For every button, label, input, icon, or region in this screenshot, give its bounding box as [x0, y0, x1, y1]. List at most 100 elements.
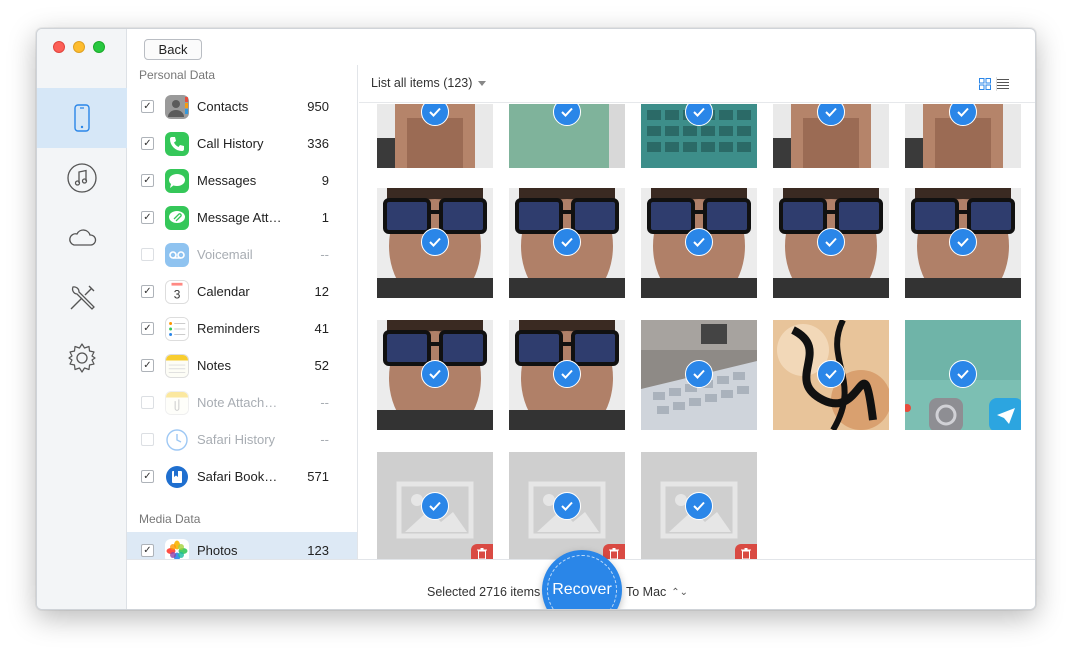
calendar-day: 3 — [174, 287, 181, 301]
photo-thumbnail[interactable] — [509, 320, 625, 430]
tools-icon — [70, 285, 95, 310]
category-count: 571 — [307, 469, 329, 484]
deleted-trash-icon — [603, 544, 625, 559]
rail-item-icloud[interactable] — [37, 208, 127, 268]
category-count: 123 — [307, 543, 329, 558]
category-checkbox[interactable] — [141, 433, 154, 446]
category-checkbox[interactable]: ✓ — [141, 211, 154, 224]
photo-thumbnail[interactable] — [377, 104, 493, 168]
category-checkbox[interactable]: ✓ — [141, 137, 154, 150]
category-count: 41 — [314, 321, 329, 336]
photo-thumbnail[interactable] — [641, 320, 757, 430]
chevron-down-icon — [478, 81, 487, 87]
category-checkbox[interactable] — [141, 248, 154, 261]
category-safari-bookmarks[interactable]: ✓ Safari Book… 571 — [127, 458, 357, 495]
cloud-icon — [69, 229, 97, 246]
music-icon — [67, 163, 97, 193]
photo-thumbnail[interactable] — [641, 104, 757, 168]
photo-thumbnail[interactable] — [509, 188, 625, 298]
rail-item-media[interactable] — [37, 148, 127, 208]
back-button[interactable]: Back — [144, 39, 202, 60]
photo-thumbnail[interactable] — [905, 188, 1021, 298]
category-count: 950 — [307, 99, 329, 114]
category-label: Note Attach… — [197, 395, 278, 410]
content-area: List all items (123) — [359, 65, 1035, 559]
category-message-attachments[interactable]: ✓ Message Att… 1 — [127, 199, 357, 236]
minimize-window-button[interactable] — [73, 41, 85, 53]
selected-check-icon — [949, 228, 977, 256]
category-checkbox[interactable]: ✓ — [141, 470, 154, 483]
section-title-media: Media Data — [139, 512, 201, 526]
list-view-icon[interactable] — [997, 78, 1009, 90]
category-voicemail[interactable]: Voicemail -- — [127, 236, 357, 273]
recover-button[interactable]: Recover — [542, 550, 622, 609]
category-contacts[interactable]: ✓ Contacts 950 — [127, 88, 357, 125]
category-photos[interactable]: ✓ Photos 123 — [127, 532, 357, 559]
photo-thumbnail[interactable] — [773, 188, 889, 298]
photo-thumbnail-placeholder[interactable] — [641, 452, 757, 559]
photo-thumbnail-placeholder[interactable] — [509, 452, 625, 559]
list-filter-dropdown[interactable]: List all items (123) — [371, 76, 487, 90]
toolbar: Back — [127, 29, 1035, 65]
selected-check-icon — [421, 228, 449, 256]
destination-dropdown[interactable]: To Mac ⌃⌄ — [626, 585, 688, 599]
photo-thumbnail[interactable] — [377, 188, 493, 298]
photo-thumbnail-placeholder[interactable] — [377, 452, 493, 559]
gear-icon — [68, 343, 96, 373]
category-count: -- — [320, 247, 329, 262]
category-calendar[interactable]: ✓ 3 Calendar 12 — [127, 273, 357, 310]
photo-thumbnail[interactable] — [377, 320, 493, 430]
iphone-icon — [74, 104, 90, 132]
rail-item-tools[interactable] — [37, 268, 127, 328]
category-call-history[interactable]: ✓ Call History 336 — [127, 125, 357, 162]
category-count: 12 — [314, 284, 329, 299]
category-checkbox[interactable] — [141, 396, 154, 409]
close-window-button[interactable] — [53, 41, 65, 53]
sidebar-rail — [37, 29, 127, 609]
selected-check-icon — [685, 492, 713, 520]
category-count: 9 — [321, 173, 329, 188]
photos-icon — [165, 538, 189, 559]
messages-icon — [165, 168, 189, 193]
category-checkbox[interactable]: ✓ — [141, 100, 154, 113]
rail-item-device[interactable] — [37, 88, 127, 148]
photo-thumbnail[interactable] — [773, 320, 889, 430]
category-notes[interactable]: ✓ Notes 52 — [127, 347, 357, 384]
deleted-trash-icon — [735, 544, 757, 559]
reminders-icon — [165, 316, 189, 341]
grid-view-icon[interactable] — [979, 78, 991, 90]
photo-thumbnail[interactable] — [773, 104, 889, 168]
photo-thumbnail[interactable] — [905, 320, 1021, 430]
selected-check-icon — [553, 492, 581, 520]
selected-check-icon — [685, 228, 713, 256]
contacts-icon — [165, 94, 189, 119]
photo-thumbnail[interactable] — [509, 104, 625, 168]
calendar-icon: 3 — [165, 279, 189, 304]
category-reminders[interactable]: ✓ Reminders 41 — [127, 310, 357, 347]
category-checkbox[interactable]: ✓ — [141, 359, 154, 372]
bottom-bar: Selected 2716 items Recover To Mac ⌃⌄ — [127, 550, 1035, 609]
photo-thumbnail[interactable] — [905, 104, 1021, 168]
destination-label: To Mac — [626, 585, 667, 599]
category-checkbox[interactable]: ✓ — [141, 322, 154, 335]
category-safari-history[interactable]: Safari History -- — [127, 421, 357, 458]
category-label: Photos — [197, 543, 238, 558]
category-label: Reminders — [197, 321, 260, 336]
category-label: Message Att… — [197, 210, 282, 225]
rail-item-settings[interactable] — [37, 328, 127, 388]
photo-thumbnail[interactable] — [641, 188, 757, 298]
note-attach-icon — [165, 390, 189, 415]
category-checkbox[interactable]: ✓ — [141, 285, 154, 298]
app-window: Back Personal Data ✓ Contacts 950 ✓ Call… — [36, 28, 1036, 610]
category-messages[interactable]: ✓ Messages 9 — [127, 162, 357, 199]
category-note-attachments[interactable]: Note Attach… -- — [127, 384, 357, 421]
category-label: Notes — [197, 358, 231, 373]
list-filter-label: List all items (123) — [371, 76, 473, 90]
category-checkbox[interactable]: ✓ — [141, 174, 154, 187]
zoom-window-button[interactable] — [93, 41, 105, 53]
category-checkbox[interactable]: ✓ — [141, 544, 154, 557]
category-count: -- — [320, 432, 329, 447]
category-label: Messages — [197, 173, 257, 188]
selected-check-icon — [421, 492, 449, 520]
category-label: Contacts — [197, 99, 249, 114]
